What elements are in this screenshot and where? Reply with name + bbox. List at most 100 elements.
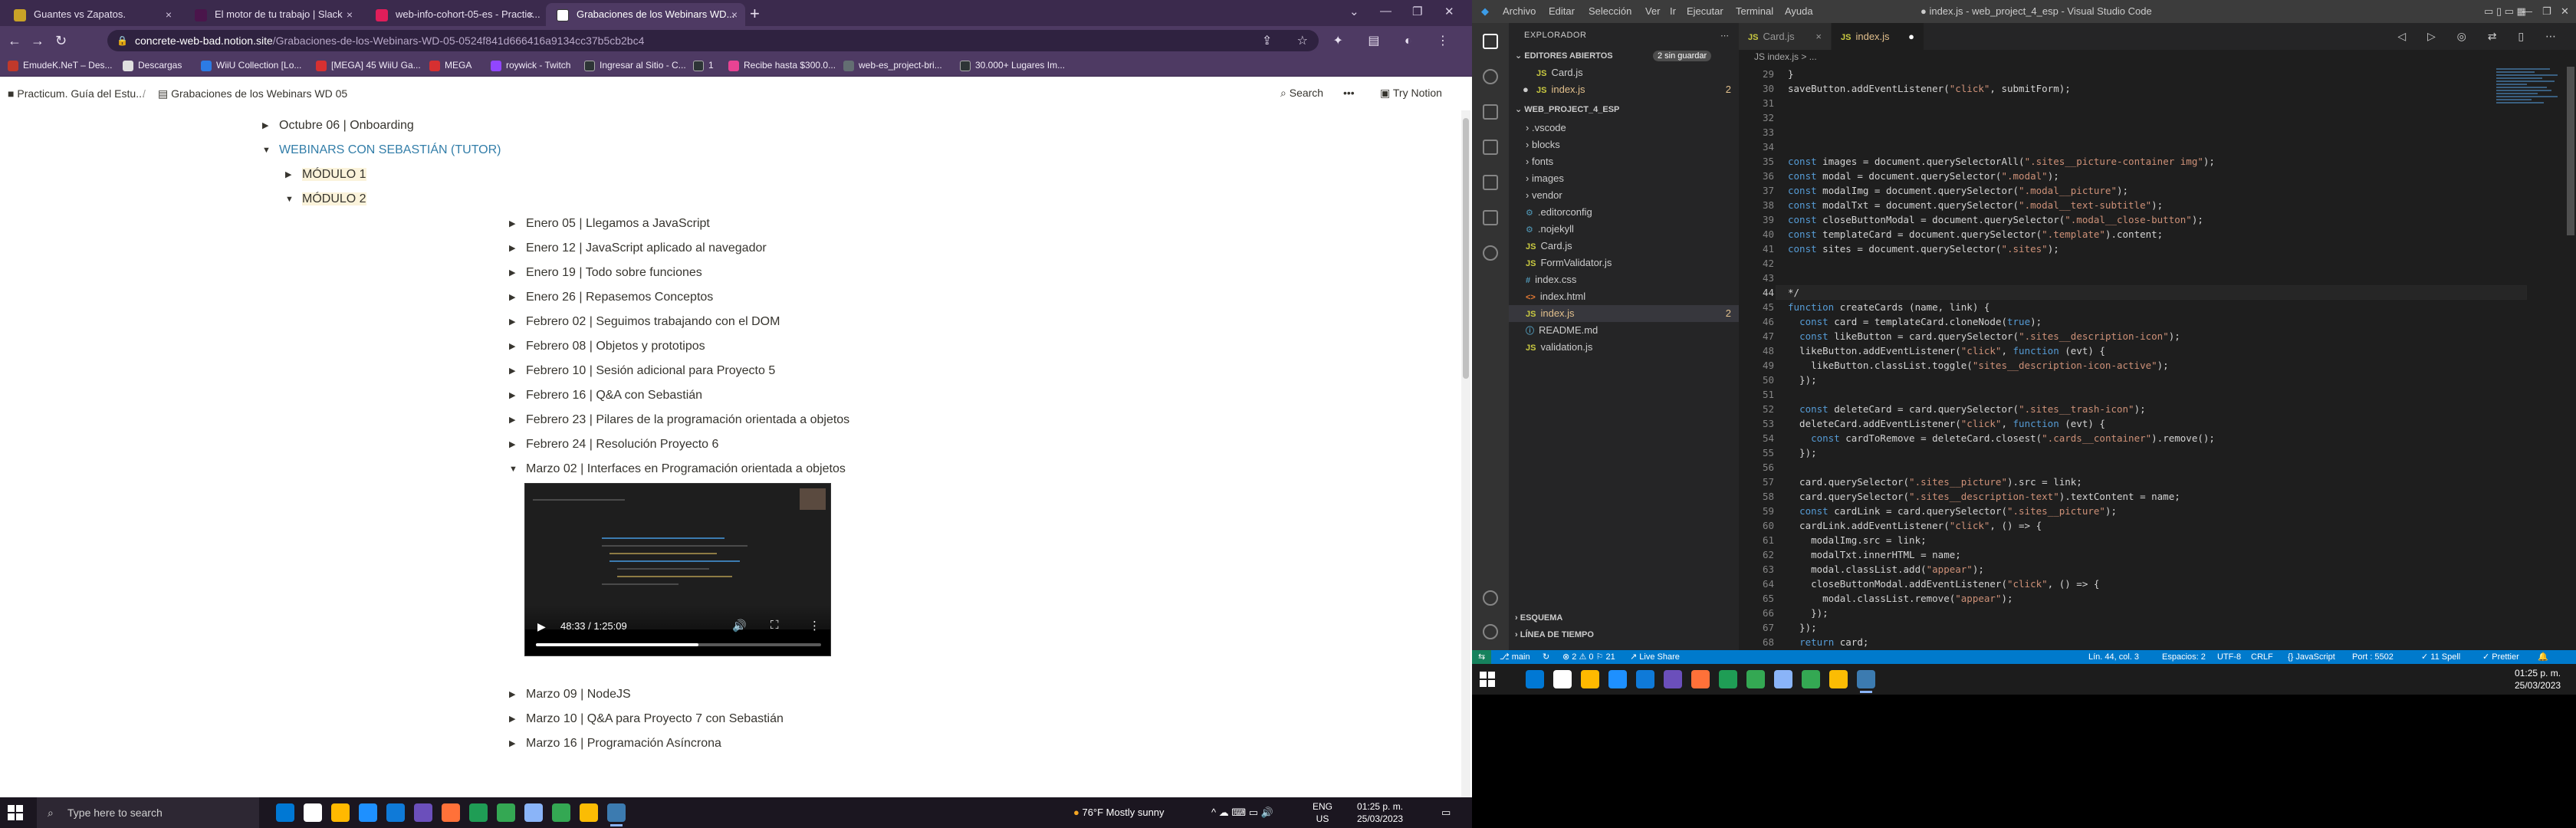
tree-file[interactable]: JS validation.js [1509,339,1739,356]
code-line[interactable]: 60 cardLink.addEventListener("click", ()… [1739,518,2505,533]
open-editors-header[interactable]: ⌄ EDITORES ABIERTOS 2 sin guardar [1515,51,1712,61]
toggle-arrow-icon[interactable]: ▶ [509,734,515,753]
tree-file[interactable]: JS FormValidator.js [1509,255,1739,271]
code-line[interactable]: 53 deleteCard.addEventListener("click", … [1739,416,2505,431]
close-window-button[interactable]: ✕ [1444,5,1454,18]
toggle-item[interactable]: ▶ Febrero 24 | Resolución Proyecto 6 [509,435,718,454]
outline-header[interactable]: › ESQUEMA [1515,613,1562,623]
code-line[interactable]: 43 [1739,271,2505,285]
code-line[interactable]: 29} [1739,67,2505,81]
tree-file[interactable]: ⚙ .editorconfig [1509,204,1739,221]
address-bar[interactable]: 🔒 concrete-web-bad.notion.site/Grabacion… [107,30,1319,51]
bookmark-item[interactable]: 1 [693,60,714,71]
close-window-button[interactable]: ✕ [2561,5,2569,18]
project-folder-header[interactable]: ⌄ WEB_PROJECT_4_ESP [1515,104,1619,114]
toggle-item[interactable]: ▼ MÓDULO 2 [285,190,366,209]
extension-icons[interactable]: ⇪ ☆ ✦ ▤ ◐ ⋮ [1262,33,1460,48]
code-line[interactable]: 54 const cardToRemove = deleteCard.close… [1739,431,2505,445]
live-share-icon[interactable] [1483,210,1498,225]
timeline-header[interactable]: › LÍNEA DE TIEMPO [1515,630,1594,639]
code-line[interactable]: 51 [1739,387,2505,402]
bookmark-item[interactable]: roywick - Twitch [491,60,570,71]
fullscreen-icon[interactable]: ⛶ [770,619,779,632]
line-ending[interactable]: CRLF [2251,650,2273,664]
code-line[interactable]: 41 const sites = document.querySelector("… [1739,242,2505,256]
code-line[interactable]: 68 return card; [1739,635,2505,649]
toggle-arrow-icon[interactable]: ▶ [509,239,515,258]
taskbar-app-icon[interactable] [1553,670,1572,688]
back-arrow-icon[interactable]: ← [8,32,21,49]
code-line[interactable]: 45 function createCards (name, link) { [1739,300,2505,314]
minimize-button[interactable]: — [1380,5,1392,18]
toggle-arrow-icon[interactable]: ▼ [509,460,518,478]
editor-tab-active[interactable]: JS index.js ● [1832,23,1924,50]
editor-action-icons[interactable]: ◁ ▷ ◎ ⇄ ▯ ⋯ [2397,30,2565,43]
code-line[interactable]: 37 const modalImg = document.querySelecto… [1739,183,2505,198]
code-line[interactable]: 40 const templateCard = document.querySel… [1739,227,2505,242]
explorer-more-icon[interactable]: ⋯ [1720,31,1730,41]
accounts-icon[interactable] [1483,590,1498,606]
taskbar-app-icon[interactable] [331,803,350,822]
menu-ejecutar[interactable]: Ejecutar [1687,5,1723,17]
code-line[interactable]: 56 [1739,460,2505,475]
browser-tab[interactable]: Guantes vs Zapatos. × [3,3,179,26]
video-progress-bar[interactable] [536,643,821,646]
tab-search-icon[interactable]: ⌄ [1349,5,1359,18]
taskbar-app-icon[interactable] [1608,670,1627,688]
code-line[interactable]: 64 closeButtonModal.addEventListener("cl… [1739,577,2505,591]
toggle-arrow-icon[interactable]: ▼ [285,190,294,209]
code-line[interactable]: 35 const images = document.querySelectorA… [1739,154,2505,169]
taskbar-app-icon[interactable] [386,803,405,822]
taskbar-app-icon[interactable] [1719,670,1737,688]
code-line[interactable]: 46 const card = templateCard.cloneNode(t… [1739,314,2505,329]
encoding[interactable]: UTF-8 [2217,650,2241,664]
code-line[interactable]: 67 }); [1739,620,2505,635]
close-tab-icon[interactable]: × [527,3,534,26]
toggle-arrow-icon[interactable]: ▶ [509,710,515,728]
toggle-item[interactable]: ▶ Enero 26 | Repasemos Conceptos [509,288,713,307]
taskbar-app-icon[interactable] [1636,670,1654,688]
reload-icon[interactable]: ↻ [55,32,67,49]
toggle-arrow-icon[interactable]: ▶ [509,313,515,331]
open-editor-item[interactable]: JS Card.js [1509,64,1739,81]
bookmark-item[interactable]: Recibe hasta $300.0... [728,60,836,71]
toggle-item[interactable]: ▶ Febrero 08 | Objetos y prototipos [509,337,705,356]
taskbar-app-icon[interactable] [607,803,626,826]
tree-file[interactable]: ⚙ .nojekyll [1509,221,1739,238]
code-line[interactable]: 49 likeButton.classList.toggle("sites__d… [1739,358,2505,373]
system-tray-icons[interactable]: ^ ☁ ⌨ ▭ 🔊 [1211,797,1273,828]
code-line[interactable]: 39 const closeButtonModal = document.quer… [1739,212,2505,227]
prettier-status[interactable]: ✓ Prettier [2482,650,2519,664]
bookmark-item[interactable]: EmudeK.NeT – Des... [8,60,113,71]
menu-seleccion[interactable]: Selección [1589,5,1631,17]
code-line[interactable]: 42 [1739,256,2505,271]
browser-tab[interactable]: El motor de tu trabajo | Slack × [184,3,360,26]
notifications-bell-icon[interactable]: 🔔 [2538,650,2548,664]
tree-file[interactable]: # index.css [1509,271,1739,288]
settings-gear-icon[interactable] [1483,624,1498,639]
browser-tab-active[interactable]: Grabaciones de los Webinars WD... × [546,3,745,26]
code-line[interactable]: 52 const deleteCard = card.querySelector… [1739,402,2505,416]
bookmark-item[interactable]: Ingresar al Sitio - C... [584,60,686,71]
remote-indicator-icon[interactable]: ⇆ [1472,650,1492,664]
code-line[interactable]: 38 const modalTxt = document.querySelecto… [1739,198,2505,212]
page-scrollbar[interactable] [1461,110,1470,797]
toggle-arrow-icon[interactable]: ▶ [509,411,515,429]
git-branch[interactable]: ⎇ main [1500,650,1530,664]
menu-ayuda[interactable]: Ayuda [1785,5,1813,17]
taskbar-clock[interactable]: 01:25 p. m. 25/03/2023 [1357,800,1403,825]
windows-start-icon[interactable] [8,805,23,820]
tree-file[interactable]: ⓘ README.md [1509,322,1739,339]
code-line[interactable]: 50 }); [1739,373,2505,387]
remote-explorer-icon[interactable] [1483,245,1498,261]
maximize-button[interactable]: ❐ [1412,5,1422,18]
live-server-port[interactable]: Port : 5502 [2352,650,2394,664]
taskbar-app-icon[interactable] [359,803,377,822]
menu-archivo[interactable]: Archivo [1503,5,1536,17]
toggle-arrow-icon[interactable]: ▶ [509,685,515,704]
more-options-icon[interactable]: ••• [1343,87,1355,99]
toggle-item[interactable]: ▶ Marzo 10 | Q&A para Proyecto 7 con Seba… [509,710,784,728]
toggle-item[interactable]: ▼ WEBINARS CON SEBASTIÁN (TUTOR) [262,141,501,159]
taskbar-search-box[interactable]: ⌕ Type here to search [37,797,259,828]
language-indicator[interactable]: ENG US [1313,800,1332,825]
